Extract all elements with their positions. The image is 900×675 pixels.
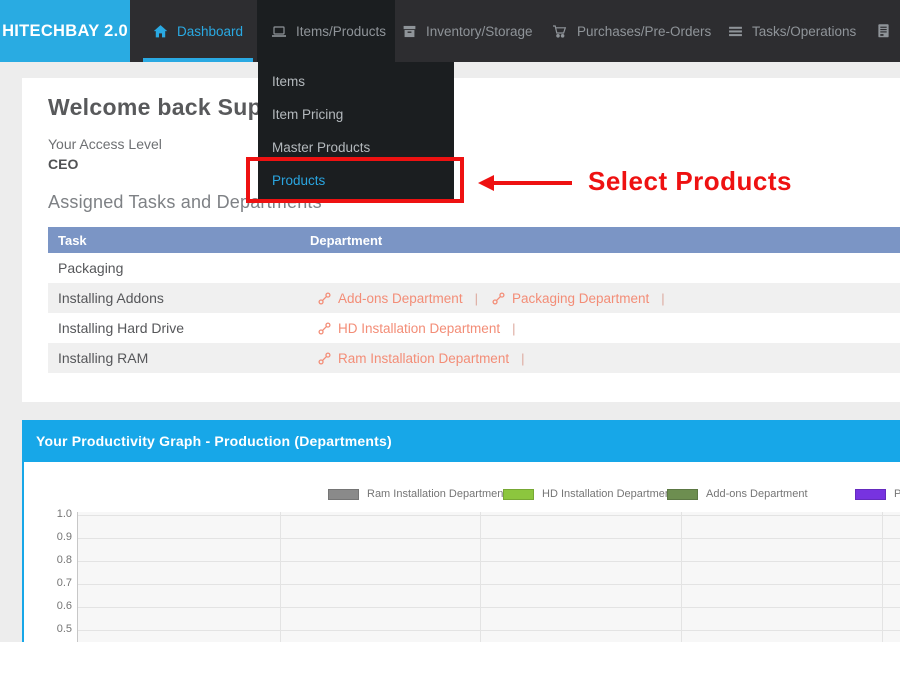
- separator: |: [512, 320, 516, 336]
- legend-item: HD Installation Department: [503, 488, 674, 500]
- legend-swatch: [328, 488, 359, 500]
- y-axis: [77, 512, 78, 642]
- legend-swatch: [855, 488, 886, 500]
- table-row: Installing RAM Ram Installation Departme…: [48, 343, 900, 373]
- separator: |: [521, 350, 525, 366]
- nav-item-label: Inventory/Storage: [426, 23, 533, 39]
- legend-item: P: [855, 488, 900, 500]
- home-icon: [153, 24, 168, 39]
- department-link[interactable]: Add-ons Department: [318, 291, 463, 306]
- department-cell: Add-ons Department | Packaging Departmen…: [310, 291, 900, 306]
- main-content-card: Welcome back Sup Your Access Level CEO A…: [22, 78, 900, 402]
- gridline: [77, 515, 900, 516]
- table-row: Installing Addons Add-ons Department | P…: [48, 283, 900, 313]
- department-link[interactable]: Ram Installation Department: [318, 351, 509, 366]
- app-window: HITECHBAY 2.0 Dashboard Items/Products I…: [0, 0, 900, 675]
- nav-item-label: Tasks/Operations: [752, 23, 857, 39]
- department-link-label: HD Installation Department: [338, 320, 501, 336]
- legend-item: Ram Installation Department: [328, 488, 506, 500]
- link-icon: [492, 291, 505, 305]
- task-cell: Installing RAM: [58, 350, 149, 366]
- annotation-arrow-line: [494, 181, 572, 185]
- access-level-label: Your Access Level: [48, 136, 162, 152]
- gridline: [77, 538, 900, 539]
- panel-title: Your Productivity Graph - Production (De…: [24, 420, 900, 462]
- dropdown-item-items[interactable]: Items: [258, 65, 454, 98]
- chart-area: Ram Installation Department HD Installat…: [24, 462, 900, 642]
- nav-item-tasks-operations[interactable]: Tasks/Operations: [728, 0, 862, 62]
- department-link[interactable]: HD Installation Department: [318, 321, 500, 336]
- nav-item-items-products[interactable]: Items/Products: [257, 0, 395, 62]
- y-tick-label: 0.8: [56, 554, 72, 566]
- gridline: [882, 512, 883, 642]
- separator: |: [474, 290, 478, 306]
- gridline: [77, 630, 900, 631]
- column-header-task: Task: [58, 232, 87, 248]
- y-tick-label: 1.0: [56, 508, 72, 520]
- ledger-icon: [876, 23, 891, 39]
- annotation-text: Select Products: [588, 166, 793, 196]
- legend-label: Ram Installation Department: [367, 488, 507, 500]
- tasks-departments-table: Task Department Packaging Installing Add…: [48, 227, 900, 373]
- legend-swatch: [667, 488, 698, 500]
- table-header-row: Task Department: [48, 227, 900, 253]
- task-cell: Installing Hard Drive: [58, 320, 185, 336]
- nav-item-label: Items/Products: [296, 23, 387, 39]
- y-tick-label: 0.7: [56, 577, 72, 589]
- gridline: [480, 512, 481, 642]
- list-icon: [728, 24, 743, 39]
- box-icon: [402, 24, 417, 39]
- nav-item-ledger[interactable]: [876, 0, 900, 62]
- plot-background: [77, 512, 900, 642]
- link-icon: [318, 321, 331, 335]
- cart-icon: [552, 24, 568, 39]
- link-icon: [318, 291, 331, 305]
- nav-item-inventory-storage[interactable]: Inventory/Storage: [402, 0, 548, 62]
- link-icon: [318, 351, 331, 365]
- task-cell: Installing Addons: [58, 290, 164, 306]
- gridline: [280, 512, 281, 642]
- gridline: [681, 512, 682, 642]
- department-link-label: Ram Installation Department: [338, 350, 510, 366]
- department-link-label: Packaging Department: [511, 290, 650, 306]
- column-header-department: Department: [310, 232, 383, 248]
- task-cell: Packaging: [58, 260, 124, 276]
- department-link[interactable]: Packaging Department: [492, 291, 649, 306]
- legend-label: HD Installation Department: [542, 488, 675, 500]
- y-tick-label: 0.6: [56, 600, 72, 612]
- app-logo[interactable]: HITECHBAY 2.0: [0, 0, 130, 62]
- access-level-value: CEO: [48, 156, 79, 172]
- top-navbar: HITECHBAY 2.0 Dashboard Items/Products I…: [0, 0, 900, 62]
- legend-label: Add-ons Department: [706, 488, 808, 500]
- department-link-label: Add-ons Department: [338, 290, 463, 306]
- annotation-highlight-box: [246, 157, 464, 203]
- department-cell: Ram Installation Department |: [310, 351, 900, 366]
- nav-item-dashboard[interactable]: Dashboard: [143, 0, 253, 62]
- separator: |: [661, 290, 665, 306]
- laptop-icon: [271, 24, 287, 39]
- gridline: [77, 607, 900, 608]
- gridline: [77, 561, 900, 562]
- y-tick-label: 0.5: [56, 623, 72, 635]
- table-row: Packaging: [48, 253, 900, 283]
- productivity-graph-panel: Your Productivity Graph - Production (De…: [22, 420, 900, 642]
- department-cell: HD Installation Department |: [310, 321, 900, 336]
- y-tick-label: 0.9: [56, 531, 72, 543]
- nav-item-label: Purchases/Pre-Orders: [577, 23, 712, 39]
- legend-swatch: [503, 488, 534, 500]
- legend-label: P: [894, 488, 900, 500]
- gridline: [77, 584, 900, 585]
- legend-item: Add-ons Department: [667, 488, 808, 500]
- table-row: Installing Hard Drive HD Installation De…: [48, 313, 900, 343]
- annotation-arrow-icon: [478, 175, 494, 191]
- dropdown-item-item-pricing[interactable]: Item Pricing: [258, 98, 454, 131]
- nav-item-label: Dashboard: [176, 23, 244, 39]
- welcome-heading: Welcome back Sup: [48, 94, 263, 120]
- nav-item-purchases-preorders[interactable]: Purchases/Pre-Orders: [552, 0, 718, 62]
